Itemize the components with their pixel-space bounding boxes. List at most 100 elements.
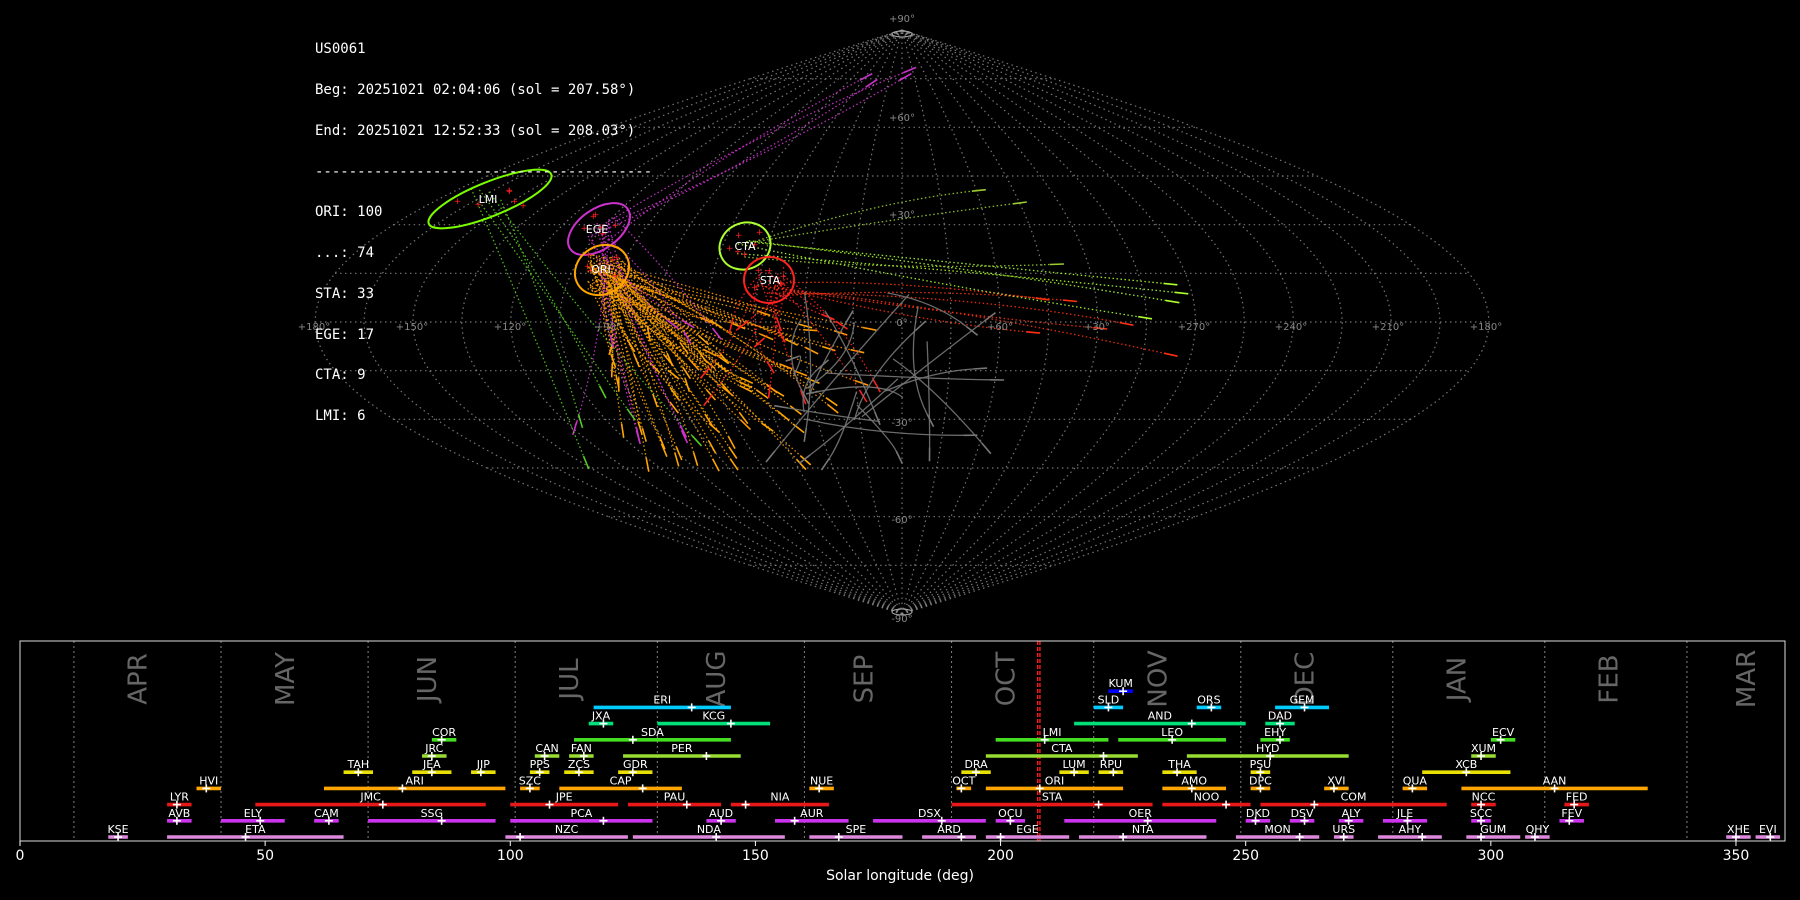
meteor-segment [765, 450, 776, 463]
meteor-segment [708, 440, 717, 454]
shower-label-gum: GUM [1480, 823, 1506, 836]
latitude-label: +30° [889, 210, 915, 221]
count-lmi: LMI: 6 [315, 408, 366, 425]
meteor-track [737, 243, 1139, 318]
meteor-segment [711, 327, 722, 340]
shower-label-jmc: JMC [359, 791, 381, 804]
meteor-segment [845, 310, 854, 324]
shower-label-jxa: JXA [591, 710, 611, 723]
shower-label-leo: LEO [1161, 726, 1183, 739]
shower-label-eri: ERI [653, 693, 671, 706]
meteor-segment [729, 458, 739, 471]
meteor-segment [692, 452, 699, 467]
shower-label-ncc: NCC [1472, 791, 1496, 804]
count-sporadic: ...: 74 [315, 245, 375, 262]
x-tick-label: 250 [1232, 848, 1259, 864]
meteor-segment [645, 457, 650, 472]
shower-label-hyd: HYD [1256, 742, 1279, 755]
shower-label-szc: SZC [519, 774, 542, 787]
x-tick-label: 150 [742, 848, 769, 864]
meteor-segment [1165, 299, 1180, 304]
radiant-point: + [751, 283, 759, 293]
station-id: US0061 [315, 41, 366, 58]
shower-label-ocu: OCU [998, 807, 1022, 820]
meteor-segment [799, 455, 812, 466]
meteor-segment [973, 367, 988, 370]
shower-label-gdr: GDR [623, 758, 648, 771]
shower-label-kum: KUM [1108, 677, 1132, 690]
shower-label-aur: AUR [800, 807, 824, 820]
shower-label-dpc: DPC [1249, 774, 1272, 787]
meteor-segment [981, 442, 992, 455]
meteor-segment [821, 345, 836, 352]
shower-label-ors: ORS [1197, 693, 1220, 706]
month-label: JUL [555, 658, 585, 702]
meteor-segment [902, 66, 917, 74]
longitude-label: +180° [1470, 322, 1502, 333]
shower-label-pau: PAU [664, 791, 686, 804]
shower-label-mon: MON [1264, 823, 1290, 836]
meteor-segment [1012, 201, 1027, 205]
shower-label-scc: SCC [1470, 807, 1493, 820]
meteor-segment [865, 78, 878, 88]
meteor-segment [803, 427, 808, 442]
observation-summary: US0061 Beg: 20251021 02:04:06 (sol = 207… [315, 16, 652, 437]
meteor-segment [582, 455, 590, 470]
radiant-label-sta: STA [760, 274, 781, 287]
end-time: End: 20251021 12:52:33 (sol = 208.03°) [315, 122, 636, 139]
meteor-track [711, 284, 777, 395]
longitude-label: +240° [1275, 322, 1307, 333]
month-label: JUN [413, 656, 443, 704]
shower-label-ahy: AHY [1399, 823, 1422, 836]
shower-label-tha: THA [1167, 758, 1191, 771]
month-label: MAY [271, 652, 301, 706]
meteor-track [892, 358, 983, 444]
shower-label-qhy: QHY [1526, 823, 1550, 836]
meteor-track [744, 256, 1050, 268]
meteor-segment [872, 379, 881, 393]
shower-label-per: PER [671, 742, 693, 755]
x-tick-label: 350 [1723, 848, 1750, 864]
meteor-segment [1138, 315, 1153, 320]
shower-label-eta: ETA [245, 823, 266, 836]
latitude-label: -30° [891, 418, 912, 429]
meteor-track [804, 418, 964, 436]
shower-label-oer: OER [1129, 807, 1153, 820]
shower-label-noo: NOO [1194, 791, 1220, 804]
latitude-label: -60° [891, 515, 912, 526]
shower-label-xcb: XCB [1455, 758, 1477, 771]
shower-label-nda: NDA [697, 823, 722, 836]
shower-label-cta: CTA [1051, 742, 1073, 755]
meteor-segment [1035, 297, 1050, 301]
meteor-segment [874, 411, 881, 426]
meteor-track [747, 203, 1014, 244]
shower-label-lmi: LMI [1043, 726, 1062, 739]
meteor-track [926, 341, 931, 448]
x-tick-label: 0 [16, 848, 25, 864]
shower-label-nzc: NZC [555, 823, 579, 836]
shower-label-xum: XUM [1471, 742, 1496, 755]
shower-label-zcs: ZCS [568, 758, 590, 771]
shower-label-nia: NIA [770, 791, 789, 804]
shower-label-ecv: ECV [1492, 726, 1515, 739]
shower-label-dsv: DSV [1291, 807, 1314, 820]
month-label: SEP [849, 655, 879, 704]
separator: ---------------------------------------- [315, 163, 653, 180]
shower-label-jrc: JRC [424, 742, 443, 755]
shower-label-dkd: DKD [1246, 807, 1270, 820]
meteor-segment [711, 458, 720, 472]
meteor-segment [774, 404, 789, 409]
shower-label-jea: JEA [422, 758, 441, 771]
shower-label-lyr: LYR [170, 791, 189, 804]
meteor-segment [983, 311, 996, 322]
shower-label-amo: AMO [1181, 774, 1207, 787]
meteor-segment [792, 423, 805, 434]
meteor-track [856, 404, 897, 452]
meteor-segment [761, 422, 774, 432]
shower-label-cor: COR [432, 726, 456, 739]
shower-label-kse: KSE [107, 823, 128, 836]
meteor-segment [691, 435, 703, 447]
meteor-track [748, 240, 1166, 302]
meteor-segment [862, 326, 877, 331]
shower-label-fan: FAN [571, 742, 592, 755]
